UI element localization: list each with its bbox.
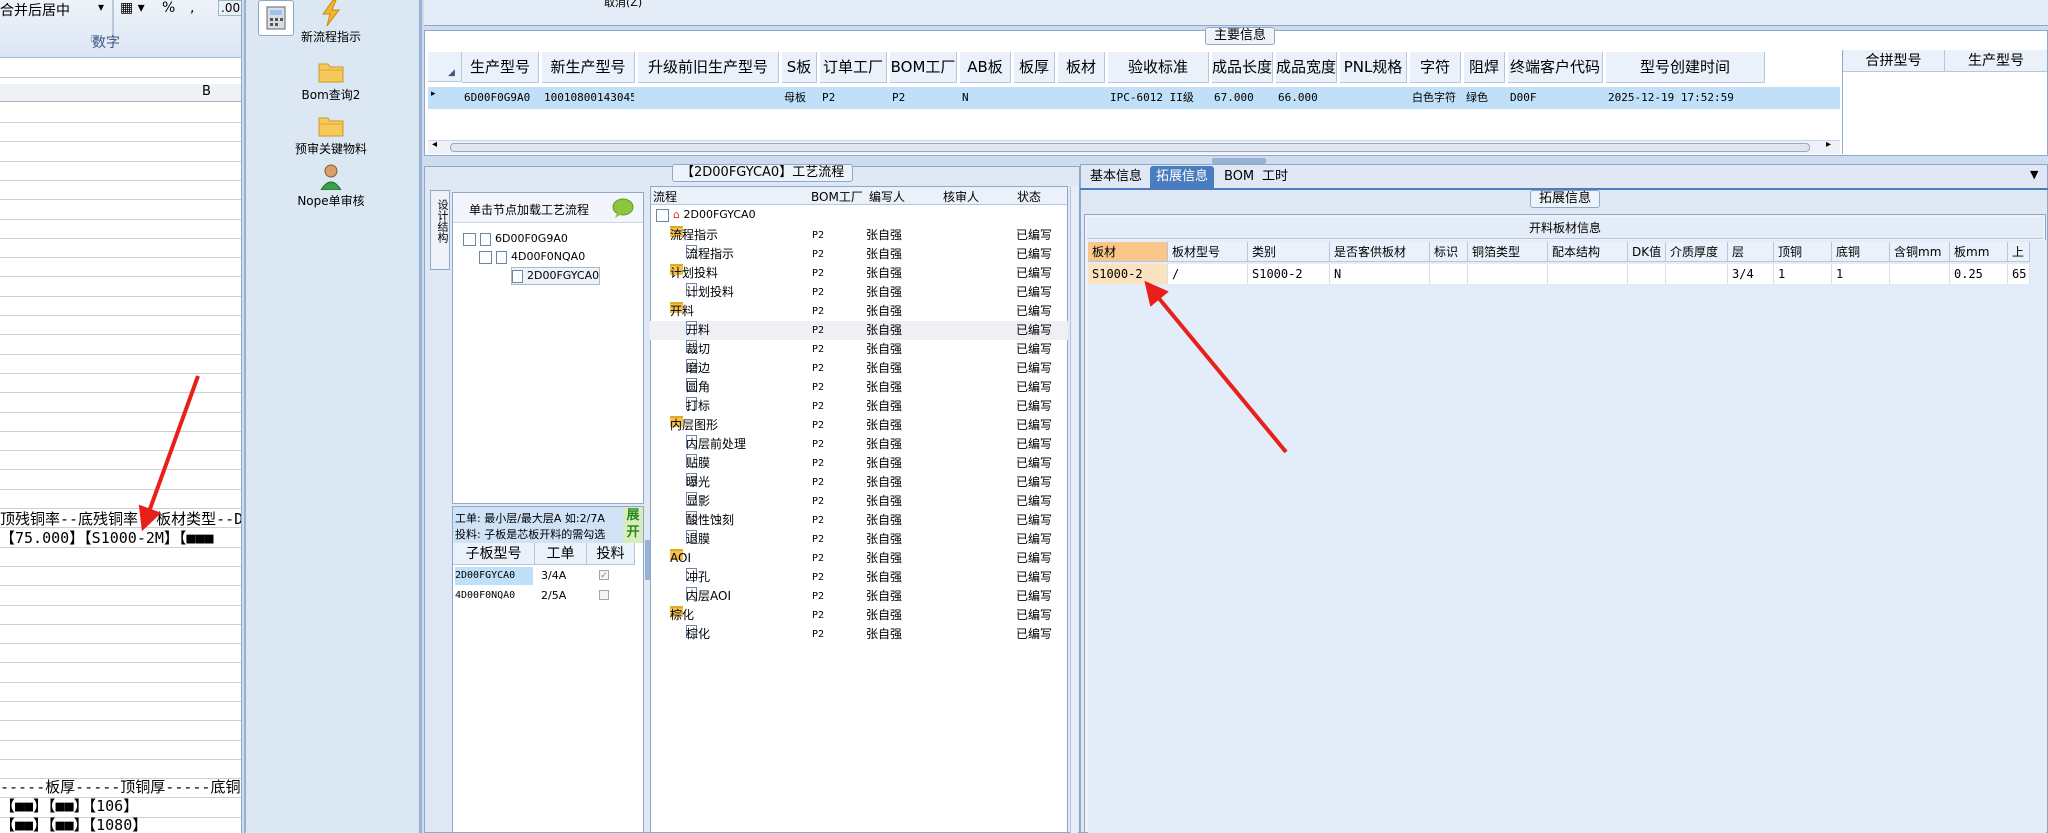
red-arrow — [138, 375, 200, 532]
annotation-overlay — [138, 280, 1288, 532]
red-arrow — [1144, 280, 1288, 454]
